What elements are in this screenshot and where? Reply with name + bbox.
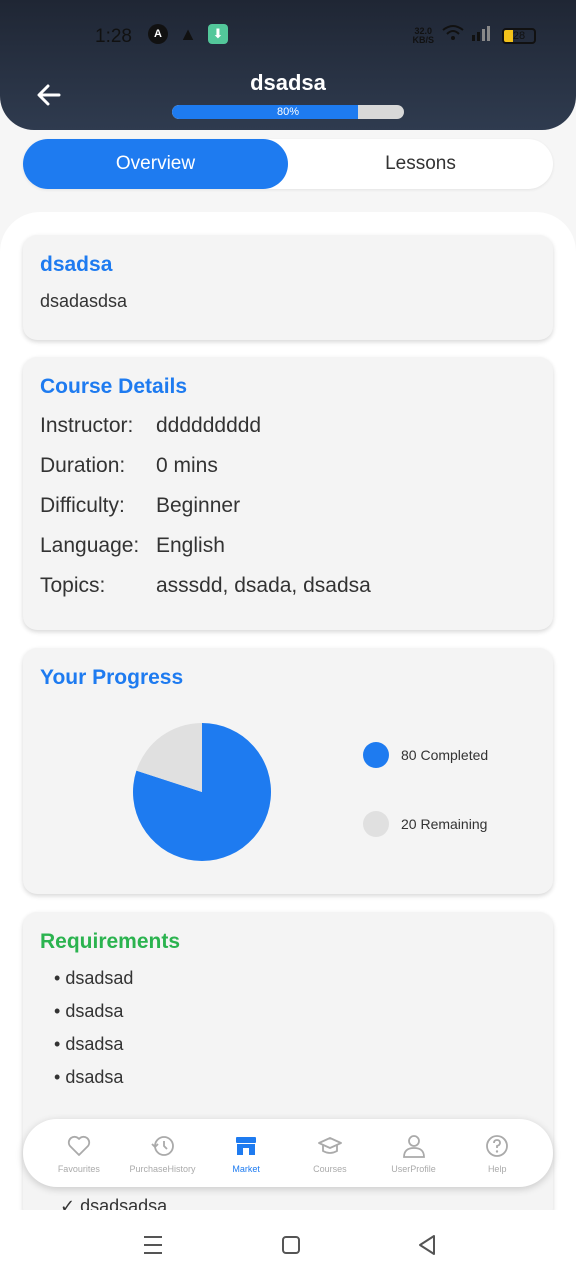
list-item: dsadsa	[54, 995, 536, 1028]
list-item: dsadsa	[54, 1028, 536, 1061]
detail-value: English	[156, 534, 225, 557]
tab-overview[interactable]: Overview	[23, 139, 288, 189]
detail-value: Beginner	[156, 494, 241, 517]
detail-row-duration: Duration: 0 mins	[40, 453, 536, 479]
nav-label: Help	[487, 1163, 507, 1174]
progress-card: Your Progress 80 Completed 20 Remaining	[23, 648, 553, 894]
home-icon[interactable]	[278, 1232, 304, 1258]
detail-label: Language:	[40, 534, 140, 557]
course-description: dsadasdsa	[40, 291, 128, 311]
list-item: dsadsa	[54, 1061, 536, 1094]
nav-favourites[interactable]: Favourites	[37, 1133, 121, 1174]
detail-row-language: Language: English	[40, 533, 536, 559]
arrow-left-icon	[37, 84, 61, 106]
detail-label: Duration:	[40, 454, 126, 477]
requirements-title: Requirements	[40, 930, 181, 953]
nav-label: UserProfile	[391, 1163, 436, 1174]
progress-pie-chart	[133, 723, 271, 861]
legend-swatch-completed	[363, 742, 389, 768]
legend-remaining: 20 Remaining	[363, 811, 487, 837]
nav-market[interactable]: Market	[204, 1133, 288, 1174]
help-icon	[486, 1134, 509, 1157]
menu-icon[interactable]	[140, 1232, 166, 1258]
warning-icon: ▲	[179, 23, 197, 44]
legend-label-completed: 80 Completed	[401, 747, 489, 763]
requirements-list: dsadsad dsadsa dsadsa dsadsa	[40, 962, 536, 1094]
system-navigation-bar	[0, 1210, 576, 1280]
battery-icon: 28	[502, 27, 536, 44]
legend-swatch-remaining	[363, 811, 389, 837]
back-triangle-icon[interactable]	[414, 1232, 440, 1258]
app-notification-icon: A	[148, 24, 168, 44]
detail-row-topics: Topics: asssdd, dsada, dsadsa	[40, 573, 536, 599]
nav-help[interactable]: Help	[455, 1133, 539, 1174]
page-title: dsadsa	[250, 70, 326, 95]
course-summary-card: dsadsa dsadasdsa	[23, 235, 553, 340]
store-icon	[236, 1136, 257, 1155]
legend-label-remaining: 20 Remaining	[401, 816, 488, 832]
course-details-title: Course Details	[40, 375, 188, 398]
list-item: dsadsad	[54, 962, 536, 995]
detail-row-instructor: Instructor: ddddddddd	[40, 413, 536, 439]
detail-label: Instructor:	[40, 414, 134, 437]
detail-value: ddddddddd	[156, 414, 262, 437]
detail-label: Topics:	[40, 574, 106, 597]
graduation-cap-icon	[317, 1136, 342, 1154]
signal-icon	[472, 25, 494, 46]
nav-label: Market	[232, 1163, 260, 1174]
bottom-nav: Favourites PurchaseHistory Market Course…	[23, 1119, 553, 1187]
detail-label: Difficulty:	[40, 494, 125, 517]
nav-label: Favourites	[57, 1163, 100, 1174]
app-header: 1:28 A ▲ ⬇ 32.0 KB/S 28 dsadsa 80%	[0, 0, 576, 130]
history-icon	[150, 1135, 174, 1156]
network-speed: 32.0 KB/S	[412, 25, 434, 45]
heart-icon	[67, 1135, 90, 1156]
wifi-icon	[442, 24, 464, 47]
tab-bar: Overview Lessons	[23, 139, 553, 189]
progress-percent: 80%	[276, 106, 300, 118]
nav-courses[interactable]: Courses	[288, 1133, 372, 1174]
nav-purchase-history[interactable]: PurchaseHistory	[121, 1133, 205, 1174]
detail-value: asssdd, dsada, dsadsa	[156, 574, 371, 597]
nav-label: Courses	[313, 1163, 347, 1174]
nav-user-profile[interactable]: UserProfile	[372, 1133, 456, 1174]
status-bar: 1:28 A ▲ ⬇ 32.0 KB/S 28	[0, 18, 576, 54]
nav-label: PurchaseHistory	[129, 1163, 196, 1174]
download-icon: ⬇	[208, 24, 228, 44]
status-time: 1:28	[95, 26, 132, 47]
tab-lessons[interactable]: Lessons	[288, 139, 553, 189]
user-icon	[402, 1134, 425, 1158]
course-name: dsadsa	[40, 253, 113, 276]
course-details-card: Course Details Instructor: ddddddddd Dur…	[23, 357, 553, 630]
progress-title: Your Progress	[40, 666, 184, 689]
detail-value: 0 mins	[156, 454, 218, 477]
legend-completed: 80 Completed	[363, 742, 488, 768]
back-button[interactable]	[34, 80, 64, 110]
course-progress-bar: 80%	[172, 105, 404, 119]
detail-row-difficulty: Difficulty: Beginner	[40, 493, 536, 519]
